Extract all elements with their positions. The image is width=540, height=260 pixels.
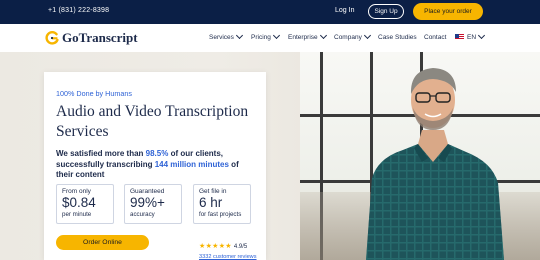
stat-value: 99%+	[130, 195, 165, 210]
language-label: EN	[467, 34, 477, 41]
customer-reviews-link[interactable]: 3332 customer reviews	[199, 254, 257, 260]
stat-accuracy: Guaranteed 99%+ accuracy	[124, 184, 182, 224]
stat-price: From only $0.84 per minute	[56, 184, 114, 224]
nav-company[interactable]: Company	[334, 31, 371, 41]
signup-button[interactable]: Sign Up	[368, 4, 404, 19]
phone-number[interactable]: +1 (831) 222-8398	[48, 7, 109, 14]
nav-enterprise[interactable]: Enterprise	[288, 31, 327, 41]
stat-value: 6 hr	[199, 195, 223, 210]
stat-value: $0.84	[62, 195, 96, 210]
stat-sub: per minute	[62, 211, 92, 218]
nav-enterprise-label: Enterprise	[288, 34, 318, 41]
nav-services[interactable]: Services	[209, 31, 243, 41]
chevron-down-icon	[272, 31, 280, 39]
rating-stars-icon: ★★★★★	[199, 243, 232, 250]
stat-label: From only	[62, 188, 91, 195]
nav-pricing[interactable]: Pricing	[251, 31, 280, 41]
rating-score: 4.9/5	[233, 244, 248, 250]
nav-pricing-label: Pricing	[251, 34, 271, 41]
top-bar: +1 (831) 222-8398 Log In Sign Up Place y…	[0, 0, 540, 24]
nav-case-studies[interactable]: Case Studies	[378, 34, 417, 41]
hero-tagline: 100% Done by Humans	[56, 89, 132, 98]
login-link[interactable]: Log In	[335, 7, 354, 14]
hero-person-image	[366, 68, 504, 260]
place-order-button[interactable]: Place your order	[413, 3, 483, 20]
chevron-down-icon	[319, 31, 327, 39]
logo-icon	[45, 31, 59, 45]
order-online-button[interactable]: Order Online	[56, 235, 149, 250]
rating-widget: ★★★★★ 4.9/5 3332 customer reviews	[199, 235, 257, 260]
stat-sub: accuracy	[130, 211, 155, 218]
chevron-down-icon	[363, 31, 371, 39]
main-nav: GoTranscript Services Pricing Enterprise…	[0, 24, 540, 53]
hero-description: We satisfied more than 98.5% of our clie…	[56, 149, 239, 179]
language-selector[interactable]: EN	[455, 31, 486, 41]
nav-company-label: Company	[334, 34, 362, 41]
chevron-down-icon	[235, 31, 243, 39]
chevron-down-icon	[477, 31, 486, 39]
nav-contact[interactable]: Contact	[424, 34, 446, 41]
hero-card: 100% Done by Humans Audio and Video Tran…	[44, 72, 266, 260]
stat-turnaround: Get file in 6 hr for fast projects	[193, 184, 251, 224]
stat-label: Guaranteed	[130, 188, 165, 195]
us-flag-icon	[455, 34, 464, 40]
stat-label: Get file in	[199, 188, 227, 195]
hero-title: Audio and Video Transcription Services	[56, 103, 249, 140]
stat-sub: for fast projects	[199, 211, 242, 218]
nav-services-label: Services	[209, 34, 234, 41]
logo-text: GoTranscript	[62, 30, 138, 45]
